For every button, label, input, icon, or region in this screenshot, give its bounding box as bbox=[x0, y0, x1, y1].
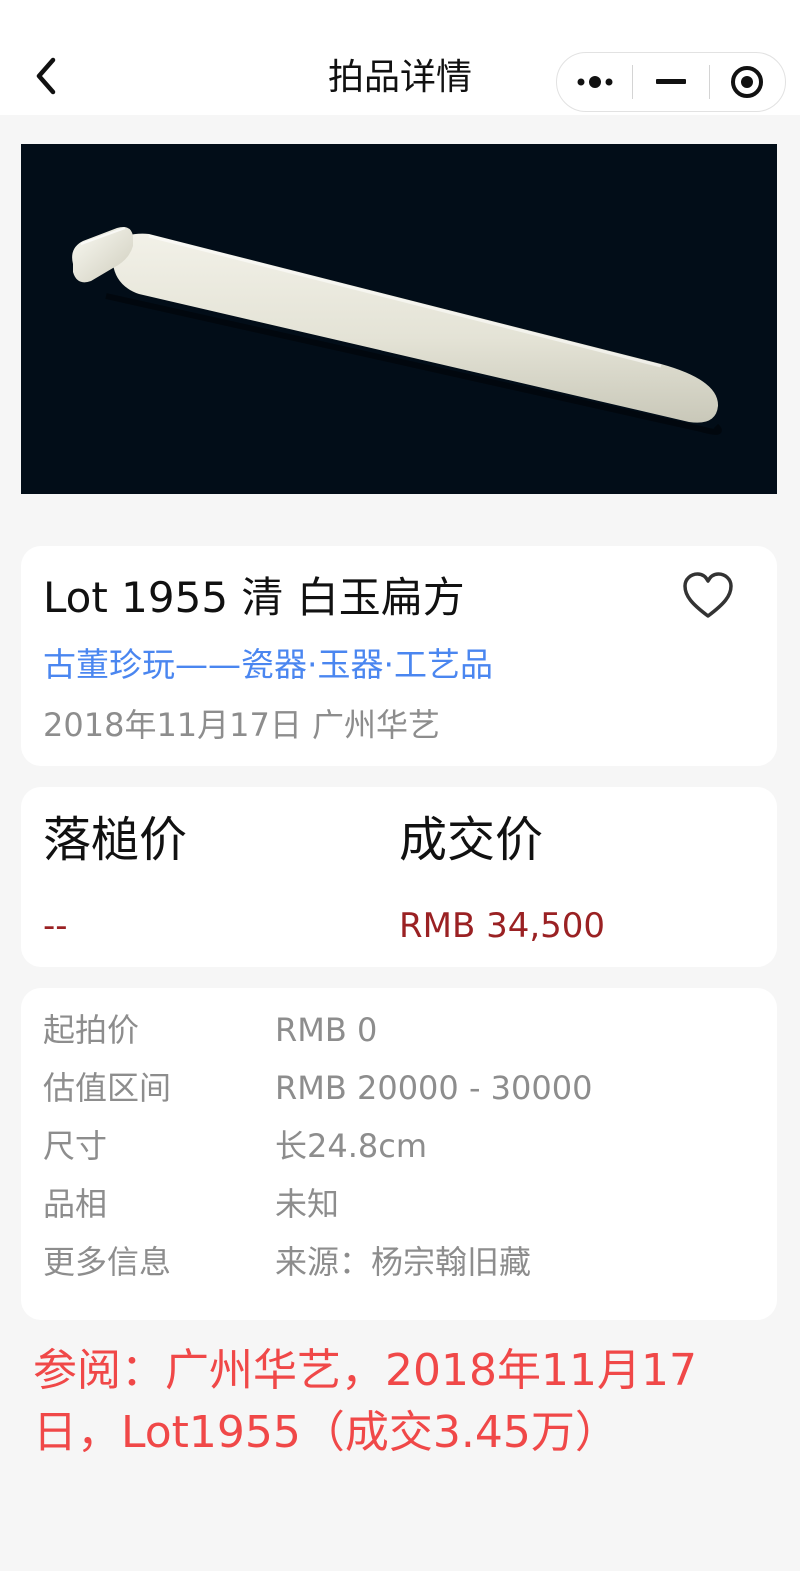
info-value: 来源：杨宗翰旧藏 bbox=[275, 1243, 532, 1281]
info-row-estimate: 估值区间 RMB 20000 - 30000 bbox=[43, 1064, 763, 1112]
reference-note: 参阅：广州华艺，2018年11月17日，Lot1955（成交3.45万） bbox=[33, 1345, 697, 1458]
info-row-more: 更多信息 来源：杨宗翰旧藏 bbox=[43, 1238, 763, 1286]
category-link[interactable]: 古董珍玩——瓷器·玉器·工艺品 bbox=[43, 644, 493, 686]
more-dots-icon bbox=[577, 76, 613, 88]
mini-program-capsule bbox=[556, 52, 786, 112]
info-row-start-price: 起拍价 RMB 0 bbox=[43, 1006, 763, 1054]
minimize-button[interactable] bbox=[633, 53, 708, 111]
minimize-icon bbox=[655, 79, 686, 84]
lot-info-card: 起拍价 RMB 0 估值区间 RMB 20000 - 30000 尺寸 长24.… bbox=[21, 988, 777, 1320]
deal-price-block: 成交价 RMB 34,500 bbox=[399, 809, 605, 947]
deal-price-label: 成交价 bbox=[399, 812, 544, 868]
favorite-button[interactable] bbox=[677, 568, 739, 624]
info-row-size: 尺寸 长24.8cm bbox=[43, 1122, 763, 1170]
lot-image[interactable] bbox=[21, 144, 777, 494]
more-button[interactable] bbox=[557, 53, 632, 111]
info-key: 尺寸 bbox=[43, 1127, 108, 1165]
info-value: 未知 bbox=[275, 1185, 340, 1223]
auction-date-house: 2018年11月17日 广州华艺 bbox=[43, 706, 441, 744]
info-key: 品相 bbox=[43, 1185, 108, 1223]
info-key: 起拍价 bbox=[43, 1011, 140, 1049]
heart-outline-icon bbox=[683, 572, 733, 618]
hammer-price-value: -- bbox=[43, 906, 68, 946]
info-value: 长24.8cm bbox=[275, 1127, 428, 1165]
nav-bar: 拍品详情 bbox=[0, 0, 800, 115]
hammer-price-block: 落槌价 -- bbox=[43, 809, 187, 947]
close-circle-icon bbox=[731, 66, 764, 98]
info-key: 更多信息 bbox=[43, 1243, 172, 1281]
price-card: 落槌价 -- 成交价 RMB 34,500 bbox=[21, 787, 777, 967]
close-button[interactable] bbox=[710, 53, 785, 111]
lot-summary-card: Lot 1955 清 白玉扁方 古董珍玩——瓷器·玉器·工艺品 2018年11月… bbox=[21, 546, 777, 766]
jade-ruler-image bbox=[72, 227, 722, 435]
info-value: RMB 20000 - 30000 bbox=[275, 1069, 593, 1107]
info-value: RMB 0 bbox=[275, 1011, 378, 1049]
hammer-price-label: 落槌价 bbox=[43, 812, 188, 868]
deal-price-value: RMB 34,500 bbox=[399, 906, 606, 946]
info-row-condition: 品相 未知 bbox=[43, 1180, 763, 1228]
lot-title: Lot 1955 清 白玉扁方 bbox=[43, 573, 465, 622]
info-key: 估值区间 bbox=[43, 1069, 172, 1107]
